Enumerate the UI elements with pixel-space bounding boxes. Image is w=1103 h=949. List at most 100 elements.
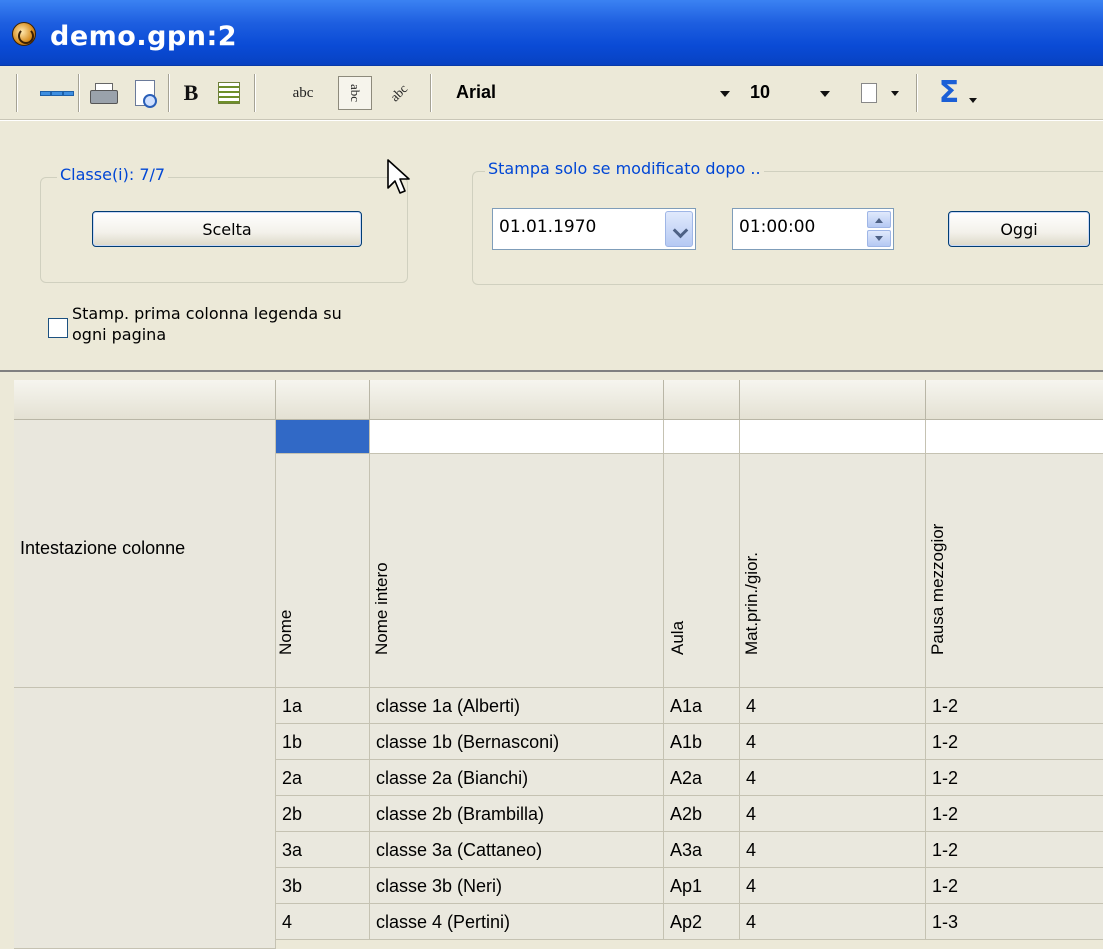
column-header[interactable] — [664, 380, 740, 420]
room-cell[interactable]: A1b — [664, 724, 740, 760]
column-heading-lunch-break: Pausa mezzogior — [928, 523, 947, 655]
sum-button[interactable]: Σ — [926, 76, 990, 110]
toolbar-separator — [916, 74, 918, 112]
class-full-name-cell[interactable]: classe 3a (Cattaneo) — [370, 832, 664, 868]
lunch-break-cell[interactable]: 1-2 — [926, 832, 1103, 868]
print-preview-icon — [135, 80, 157, 108]
bold-button[interactable]: B — [174, 76, 208, 110]
class-full-name-cell[interactable]: classe 3b (Neri) — [370, 868, 664, 904]
font-size-select[interactable]: 10 — [742, 78, 838, 108]
lunch-break-cell[interactable]: 1-2 — [926, 688, 1103, 724]
class-name-cell[interactable]: 4 — [276, 904, 370, 940]
class-full-name-cell[interactable]: classe 2b (Brambilla) — [370, 796, 664, 832]
grid-cell[interactable] — [664, 420, 740, 454]
date-field[interactable]: 01.01.1970 — [492, 208, 696, 250]
column-heading-cell[interactable]: Pausa mezzogior — [926, 454, 1103, 688]
lunch-break-cell[interactable]: 1-3 — [926, 904, 1103, 940]
text-vertical-icon: abc — [347, 83, 363, 103]
column-heading-cell[interactable]: Nome intero — [370, 454, 664, 688]
chevron-down-icon[interactable] — [665, 211, 693, 247]
lunch-break-cell[interactable]: 1-2 — [926, 868, 1103, 904]
legend-every-page-checkbox[interactable] — [48, 318, 68, 338]
cell-text: Ap2 — [670, 912, 703, 932]
column-heading-cell[interactable]: Mat.prin./gior. — [740, 454, 926, 688]
main-subjects-cell[interactable]: 4 — [740, 688, 926, 724]
main-subjects-cell[interactable]: 4 — [740, 868, 926, 904]
print-button[interactable] — [86, 76, 120, 110]
column-heading-cell[interactable]: Aula — [664, 454, 740, 688]
lunch-break-cell[interactable]: 1-2 — [926, 760, 1103, 796]
room-cell[interactable]: A3a — [664, 832, 740, 868]
chevron-down-icon[interactable] — [820, 91, 830, 97]
lunch-break-cell[interactable]: 1-2 — [926, 796, 1103, 832]
time-spinner[interactable] — [867, 211, 891, 247]
chevron-down-icon[interactable] — [891, 90, 899, 96]
mouse-pointer-icon — [387, 159, 410, 194]
room-cell[interactable]: Ap2 — [664, 904, 740, 940]
room-cell[interactable]: Ap1 — [664, 868, 740, 904]
column-header[interactable] — [740, 380, 926, 420]
cell-text: 1-2 — [932, 768, 959, 788]
today-button[interactable]: Oggi — [948, 211, 1090, 247]
grid-cell[interactable] — [740, 420, 926, 454]
main-subjects-cell[interactable]: 4 — [740, 796, 926, 832]
column-heading-row-label[interactable]: Intestazione colonne — [14, 420, 276, 688]
cell-text: 4 — [746, 732, 757, 752]
lunch-break-cell[interactable]: 1-2 — [926, 724, 1103, 760]
main-subjects-cell[interactable]: 4 — [740, 724, 926, 760]
rows-layout-icon[interactable] — [40, 76, 74, 110]
cell-text: 4 — [746, 876, 757, 896]
font-name-select[interactable]: Arial — [448, 78, 738, 108]
text-diagonal-button[interactable]: abc — [382, 76, 416, 110]
legend-every-page-label[interactable]: Stamp. prima colonna legenda su ogni pag… — [72, 303, 342, 345]
cell-text: 3b — [282, 876, 303, 896]
spin-down-icon[interactable] — [867, 230, 891, 247]
room-cell[interactable]: A2a — [664, 760, 740, 796]
toolbar-separator — [430, 74, 432, 112]
cell-text: 1-3 — [932, 912, 959, 932]
toolbar-separator — [168, 74, 170, 112]
text-vertical-button[interactable]: abc — [338, 76, 372, 110]
time-field[interactable]: 01:00:00 — [732, 208, 894, 250]
title-bar[interactable]: demo.gpn:2 — [0, 0, 1103, 66]
class-name-cell[interactable]: 2a — [276, 760, 370, 796]
class-full-name-cell[interactable]: classe 4 (Pertini) — [370, 904, 664, 940]
spin-up-icon[interactable] — [867, 211, 891, 228]
column-heading-name: Nome — [276, 609, 295, 655]
class-full-name-cell[interactable]: classe 1a (Alberti) — [370, 688, 664, 724]
column-heading-cell[interactable]: Nome — [276, 454, 370, 688]
class-name-cell[interactable]: 2b — [276, 796, 370, 832]
page-format-button[interactable] — [850, 76, 910, 110]
class-full-name-cell[interactable]: classe 2a (Bianchi) — [370, 760, 664, 796]
class-name-cell[interactable]: 1b — [276, 724, 370, 760]
data-row-label[interactable] — [14, 688, 276, 949]
untis-clock-icon[interactable] — [12, 22, 36, 46]
chevron-down-icon[interactable] — [720, 91, 730, 97]
chevron-down-icon[interactable] — [969, 97, 978, 103]
grid-corner-header[interactable] — [14, 380, 276, 420]
grid-cell[interactable] — [926, 420, 1103, 454]
main-subjects-cell[interactable]: 4 — [740, 832, 926, 868]
wrap-text-button[interactable] — [212, 76, 246, 110]
room-cell[interactable]: A2b — [664, 796, 740, 832]
cell-text: 1-2 — [932, 876, 959, 896]
class-name-cell[interactable]: 3b — [276, 868, 370, 904]
grid-cell[interactable] — [370, 420, 664, 454]
cell-text: 4 — [282, 912, 293, 932]
print-preview-button[interactable] — [128, 76, 162, 110]
class-name-cell[interactable]: 1a — [276, 688, 370, 724]
room-cell[interactable]: A1a — [664, 688, 740, 724]
column-header[interactable] — [370, 380, 664, 420]
cell-text: A2b — [670, 804, 703, 824]
selected-cell[interactable] — [276, 420, 370, 454]
column-header[interactable] — [926, 380, 1103, 420]
main-subjects-cell[interactable]: 4 — [740, 760, 926, 796]
cell-text: 1b — [282, 732, 303, 752]
main-subjects-cell[interactable]: 4 — [740, 904, 926, 940]
text-horizontal-button[interactable]: abc — [286, 76, 320, 110]
class-name-cell[interactable]: 3a — [276, 832, 370, 868]
class-full-name-cell[interactable]: classe 1b (Bernasconi) — [370, 724, 664, 760]
font-size-value: 10 — [750, 82, 771, 102]
column-header[interactable] — [276, 380, 370, 420]
select-button[interactable]: Scelta — [92, 211, 362, 247]
